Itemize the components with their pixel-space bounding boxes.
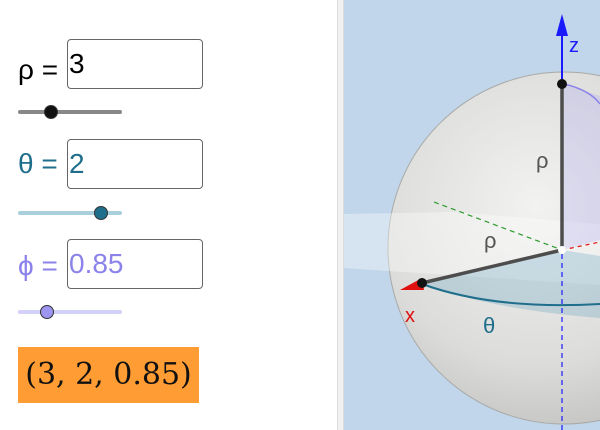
point-top[interactable] (557, 79, 567, 89)
phi-label: ϕ = (18, 250, 58, 281)
graphics-3d-view[interactable]: z x ρ ρ θ (344, 0, 600, 430)
rho-slider[interactable] (18, 102, 122, 122)
panel-divider[interactable] (337, 0, 344, 430)
phi-sector (562, 84, 600, 250)
rho-label-lower: ρ (484, 228, 497, 253)
rho-input[interactable]: 3 (67, 39, 203, 89)
phi-slider[interactable] (18, 302, 122, 322)
rho-slider-track (18, 110, 122, 114)
phi-input[interactable]: 0.85 (67, 239, 203, 289)
theta-label: θ = (18, 148, 58, 179)
coordinate-result: (3, 2, 0.85) (18, 347, 199, 403)
origin-point (558, 246, 566, 254)
graphics-canvas: z x ρ ρ θ (344, 14, 600, 430)
phi-slider-knob[interactable] (40, 305, 55, 319)
phi-slider-track (18, 310, 122, 314)
theta-slider-knob[interactable] (94, 206, 109, 220)
rho-label-upper: ρ (536, 148, 549, 173)
point-x[interactable] (417, 278, 427, 288)
theta-slider[interactable] (18, 203, 122, 223)
z-axis-arrow (556, 14, 568, 36)
theta-graphic-label: θ (483, 313, 495, 338)
theta-input[interactable]: 2 (67, 139, 203, 189)
algebra-panel: ρ = 3 θ = 2 ϕ = 0.85 (3, 2, 0.85) (0, 0, 337, 430)
x-axis-label: x (405, 305, 415, 327)
rho-slider-knob[interactable] (44, 105, 59, 119)
rho-label: ρ = (18, 54, 59, 85)
z-axis-label: z (569, 35, 579, 57)
